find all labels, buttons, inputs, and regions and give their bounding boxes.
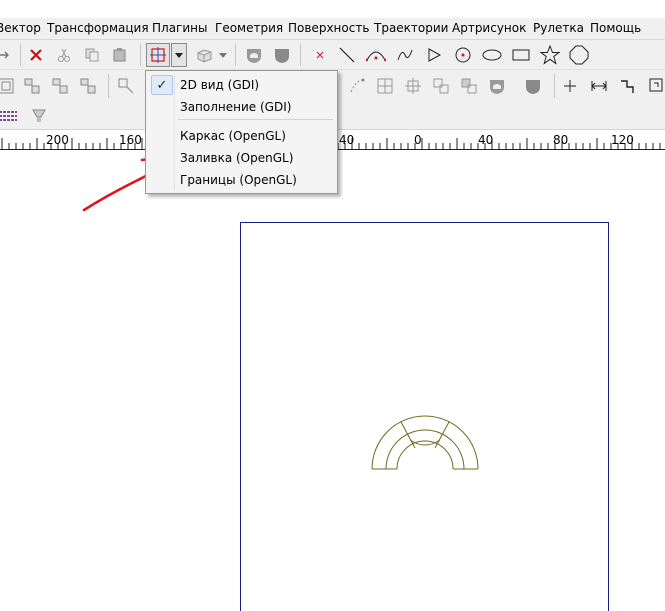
- node-edit-icon-4[interactable]: [457, 74, 481, 98]
- menu-vector[interactable]: Вектор: [0, 21, 41, 35]
- menu-item-borders-opengl[interactable]: Границы (OpenGL): [148, 169, 335, 191]
- menu-item-2d-gdi[interactable]: ✓ 2D вид (GDI): [148, 74, 335, 96]
- cut-icon[interactable]: [52, 43, 76, 67]
- node-edit-icon[interactable]: [373, 74, 397, 98]
- ellipse-icon[interactable]: [480, 43, 504, 67]
- ruler-label: 40: [339, 133, 355, 147]
- menu-item-label: Границы (OpenGL): [180, 173, 297, 187]
- dimension-icon[interactable]: [587, 74, 611, 98]
- menu-geometry[interactable]: Геометрия: [215, 21, 283, 35]
- menu-trajectories[interactable]: Траектории: [374, 21, 448, 35]
- menu-separator: [178, 119, 333, 120]
- application-window: Вектор Трансформация Плагины Геометрия П…: [0, 0, 665, 611]
- menu-item-label: 2D вид (GDI): [180, 78, 260, 92]
- shield-icon[interactable]: [242, 43, 266, 67]
- ruler-label: 80: [553, 133, 569, 147]
- menu-surface[interactable]: Поверхность: [288, 21, 369, 35]
- arc-icon[interactable]: [364, 43, 388, 67]
- toolbar-separator: [108, 74, 109, 98]
- octagon-icon[interactable]: [567, 43, 591, 67]
- shield-filled-icon[interactable]: [270, 43, 294, 67]
- line-icon[interactable]: [335, 43, 359, 67]
- dropdown-arrow-icon[interactable]: [171, 43, 187, 67]
- ruler-label: 40: [478, 133, 494, 147]
- node-edit-icon-2[interactable]: [401, 74, 425, 98]
- dropdown-arrow-icon-2[interactable]: [216, 43, 230, 67]
- 3d-box-icon[interactable]: [192, 43, 216, 67]
- partial-arrow-icon[interactable]: [0, 43, 16, 67]
- node-edit-icon-3[interactable]: [429, 74, 453, 98]
- ruler-label: 0: [414, 133, 422, 147]
- ruler-label: 160: [119, 133, 142, 147]
- paste-icon[interactable]: [108, 43, 132, 67]
- menu-item-wireframe-opengl[interactable]: Каркас (OpenGL): [148, 125, 335, 147]
- delete-icon[interactable]: [24, 43, 48, 67]
- menu-item-shaded-opengl[interactable]: Заливка (OpenGL): [148, 147, 335, 169]
- lamp-icon[interactable]: [27, 104, 51, 128]
- drawing-canvas[interactable]: [0, 151, 665, 611]
- main-toolbar: [0, 40, 665, 70]
- ruler-label: 200: [46, 133, 69, 147]
- toolbar-separator: [235, 44, 236, 66]
- view-mode-icon[interactable]: [146, 43, 170, 67]
- toolbar-separator: [140, 44, 141, 66]
- ruler-label: 120: [611, 133, 634, 147]
- menu-help[interactable]: Помощь: [590, 21, 641, 35]
- group-icon[interactable]: [0, 74, 18, 98]
- menu-bar: Вектор Трансформация Плагины Геометрия П…: [0, 18, 665, 40]
- ungroup-icon-2[interactable]: [48, 74, 72, 98]
- step-icon[interactable]: [616, 74, 640, 98]
- view-mode-dropdown: ✓ 2D вид (GDI) Заполнение (GDI) Каркас (…: [145, 70, 338, 194]
- circle-point-icon[interactable]: [451, 43, 475, 67]
- menu-roulette[interactable]: Рулетка: [533, 21, 584, 35]
- menu-item-label: Каркас (OpenGL): [180, 129, 286, 143]
- semicircle-drawing[interactable]: [360, 406, 490, 481]
- check-icon: ✓: [151, 75, 173, 95]
- triangle-icon[interactable]: [422, 43, 446, 67]
- node-icon[interactable]: [345, 74, 369, 98]
- menu-artdrawing[interactable]: Артрисунок: [452, 21, 526, 35]
- shield-outline-icon[interactable]: [485, 74, 509, 98]
- menu-item-label: Заливка (OpenGL): [180, 151, 294, 165]
- toolbar-separator: [554, 74, 555, 98]
- toolbar-separator: [20, 44, 21, 66]
- ungroup-icon[interactable]: [20, 74, 44, 98]
- point-icon[interactable]: [308, 43, 332, 67]
- menu-plugins[interactable]: Плагины: [152, 21, 207, 35]
- star-icon[interactable]: [538, 43, 562, 67]
- step-square-icon[interactable]: [645, 74, 665, 98]
- select-icon[interactable]: [114, 74, 138, 98]
- ungroup-icon-3[interactable]: [76, 74, 100, 98]
- curve-icon[interactable]: [393, 43, 417, 67]
- toolbar-separator: [300, 44, 301, 66]
- hatch-icon[interactable]: [0, 104, 20, 128]
- rectangle-icon[interactable]: [509, 43, 533, 67]
- menu-transformation[interactable]: Трансформация: [47, 21, 149, 35]
- menu-item-fill-gdi[interactable]: Заполнение (GDI): [148, 96, 335, 118]
- crosshair-icon[interactable]: [558, 74, 582, 98]
- shield-solid-icon[interactable]: [521, 74, 545, 98]
- copy-icon[interactable]: [80, 43, 104, 67]
- menu-item-label: Заполнение (GDI): [180, 100, 292, 114]
